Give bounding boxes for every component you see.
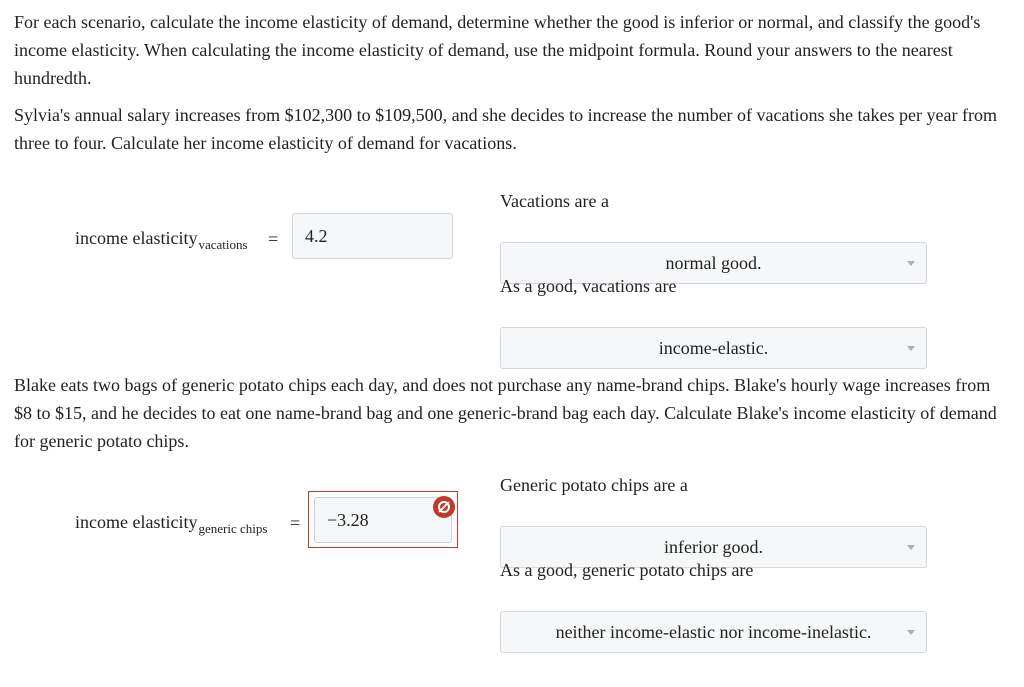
elasticity-class-select-vacations[interactable]: income-elastic. xyxy=(500,327,927,369)
elasticity-class-selected-value: neither income-elastic nor income-inelas… xyxy=(555,622,872,642)
equals-sign: = xyxy=(290,513,301,533)
chevron-down-icon xyxy=(907,261,915,266)
elasticity-class-selected-value: income-elastic. xyxy=(658,338,769,358)
elasticity-label-subscript: generic chips xyxy=(198,521,268,536)
elasticity-class-prompt-vacations: As a good, vacations are xyxy=(500,276,677,296)
elasticity-label-main: income elasticity xyxy=(75,228,198,248)
elasticity-input-generic-chips[interactable]: −3.28 xyxy=(314,497,452,543)
good-type-prompt-vacations: Vacations are a xyxy=(500,191,609,211)
elasticity-class-select-generic-chips[interactable]: neither income-elastic nor income-inelas… xyxy=(500,611,927,653)
incorrect-icon xyxy=(433,496,455,518)
scenario-2-text: Blake eats two bags of generic potato ch… xyxy=(14,375,997,451)
chevron-down-icon xyxy=(907,630,915,635)
elasticity-label-main: income elasticity xyxy=(75,512,198,532)
good-type-selected-value: normal good. xyxy=(665,253,762,273)
chevron-down-icon xyxy=(907,346,915,351)
good-type-prompt-generic-chips: Generic potato chips are a xyxy=(500,475,688,495)
elasticity-input-vacations[interactable]: 4.2 xyxy=(292,213,453,259)
chevron-down-icon xyxy=(907,545,915,550)
good-type-selected-value: inferior good. xyxy=(664,537,763,557)
elasticity-label-generic-chips: income elasticitygeneric chips xyxy=(75,512,268,536)
instructions-text: For each scenario, calculate the income … xyxy=(14,12,981,88)
elasticity-label-subscript: vacations xyxy=(198,237,248,252)
elasticity-label-vacations: income elasticityvacations xyxy=(75,228,248,252)
equals-sign: = xyxy=(268,229,279,249)
scenario-1-text: Sylvia's annual salary increases from $1… xyxy=(14,105,997,153)
elasticity-class-prompt-generic-chips: As a good, generic potato chips are xyxy=(500,560,754,580)
